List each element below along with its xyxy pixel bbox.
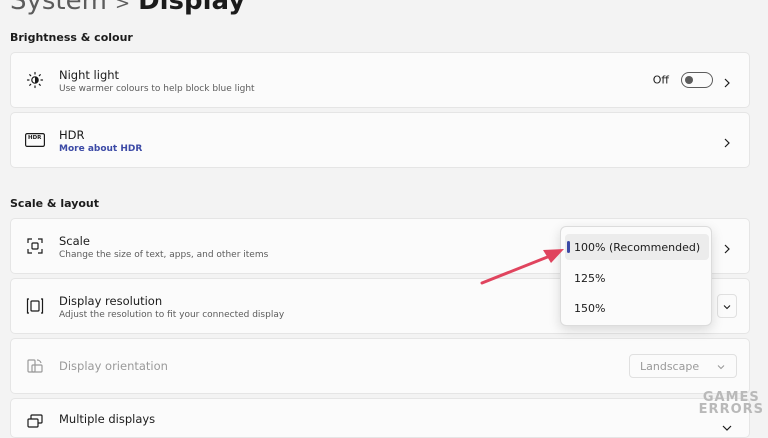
annotation-arrow (480, 249, 564, 285)
watermark-line2: ERRORS (698, 402, 764, 417)
watermark-logo: GAMES ERRORS (698, 391, 764, 417)
